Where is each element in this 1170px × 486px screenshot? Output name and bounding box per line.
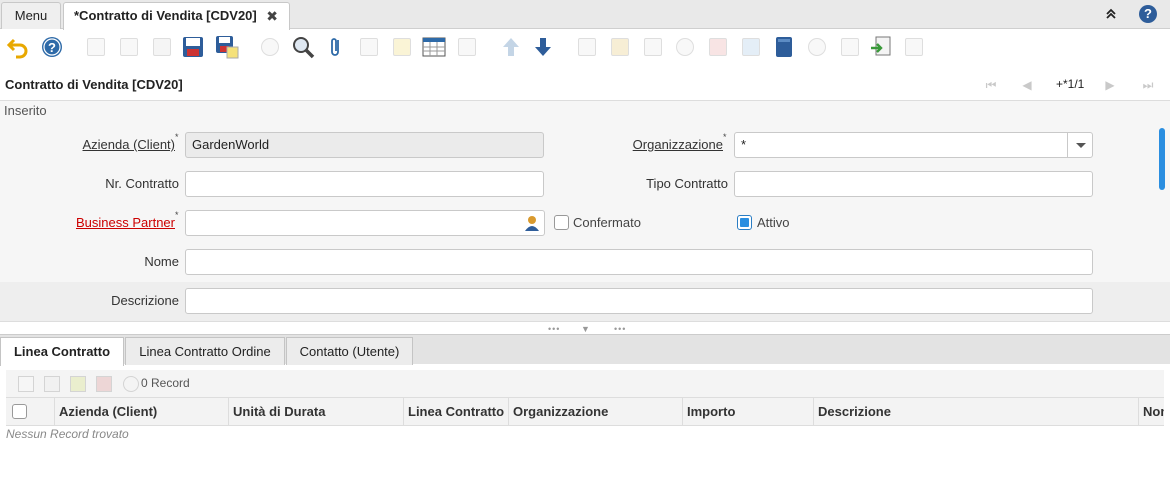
splitter-collapse-icon[interactable]: ▼ bbox=[581, 324, 591, 334]
search-icon[interactable] bbox=[291, 35, 315, 59]
column-header[interactable]: Linea Contratto bbox=[403, 398, 508, 426]
save-and-new-icon[interactable] bbox=[215, 35, 239, 59]
client-field[interactable]: GardenWorld bbox=[185, 132, 544, 158]
contract-number-label: Nr. Contratto bbox=[105, 176, 179, 191]
help-icon[interactable]: ? bbox=[1139, 5, 1157, 23]
delete-line-icon[interactable] bbox=[70, 376, 86, 392]
confirmed-checkbox[interactable] bbox=[554, 215, 569, 230]
panel-splitter[interactable]: ••• ▼ ••• bbox=[0, 321, 1170, 334]
save-icon[interactable] bbox=[181, 35, 205, 59]
close-icon[interactable]: ✖ bbox=[266, 3, 278, 29]
active-checkbox[interactable] bbox=[737, 215, 752, 230]
record-count: 0 Record bbox=[141, 376, 190, 390]
description-label: Descrizione bbox=[111, 293, 179, 308]
name-label: Nome bbox=[144, 254, 179, 269]
report-icon[interactable] bbox=[575, 35, 599, 59]
detail-tab-bar: Linea Contratto Linea Contratto Ordine C… bbox=[0, 334, 1170, 366]
empty-grid-message: Nessun Record trovato bbox=[6, 427, 129, 441]
organization-label: Organizzazione bbox=[632, 137, 723, 152]
form-panel: Inserito Azienda (Client) * GardenWorld … bbox=[0, 101, 1170, 321]
organization-value: * bbox=[741, 137, 747, 152]
record-counter: +*1/1 bbox=[1056, 77, 1085, 91]
required-mark: * bbox=[175, 132, 179, 142]
save-line-icon[interactable] bbox=[96, 376, 112, 392]
business-partner-field[interactable] bbox=[185, 210, 545, 236]
tab-title: *Contratto di Vendita [CDV20] bbox=[74, 8, 257, 23]
form-scrollbar[interactable] bbox=[1159, 128, 1165, 190]
help-icon[interactable]: ? bbox=[40, 35, 64, 59]
client-label: Azienda (Client) bbox=[82, 137, 176, 152]
column-header[interactable]: Unità di Durata bbox=[228, 398, 403, 426]
confirmed-label: Confermato bbox=[573, 215, 641, 230]
gear-icon[interactable] bbox=[123, 376, 139, 392]
contract-number-field[interactable] bbox=[185, 171, 544, 197]
tab-contatto-utente[interactable]: Contatto (Utente) bbox=[286, 337, 413, 365]
description-field[interactable] bbox=[185, 288, 1093, 314]
new-line-icon[interactable] bbox=[18, 376, 34, 392]
tab-menu[interactable]: Menu bbox=[1, 2, 61, 29]
archived-docs-icon[interactable] bbox=[608, 35, 632, 59]
dashboard-icon[interactable] bbox=[772, 35, 796, 59]
image-icon[interactable] bbox=[455, 35, 479, 59]
column-header[interactable]: Nom bbox=[1138, 398, 1164, 426]
arrow-up-icon[interactable] bbox=[499, 35, 523, 59]
user-icon[interactable] bbox=[524, 215, 540, 231]
contract-type-field[interactable] bbox=[734, 171, 1093, 197]
next-record-icon[interactable]: ▶ bbox=[1102, 78, 1118, 92]
tab-contratto-vendita[interactable]: *Contratto di Vendita [CDV20] ✖ bbox=[63, 2, 290, 30]
business-partner-label: Business Partner bbox=[76, 215, 175, 230]
column-header[interactable]: Organizzazione bbox=[508, 398, 682, 426]
zoom-across-icon[interactable] bbox=[673, 35, 697, 59]
refresh-icon[interactable] bbox=[258, 35, 282, 59]
new-record-icon[interactable] bbox=[84, 35, 108, 59]
window-tab-bar: Menu *Contratto di Vendita [CDV20] ✖ ? bbox=[0, 0, 1170, 30]
required-mark: * bbox=[175, 210, 179, 220]
arrow-down-icon[interactable] bbox=[531, 35, 555, 59]
double-chevron-up-icon[interactable] bbox=[1103, 6, 1119, 22]
delete-icon[interactable] bbox=[150, 35, 174, 59]
chevron-down-icon[interactable] bbox=[1067, 133, 1092, 157]
first-record-icon[interactable]: ⏮ bbox=[983, 78, 999, 92]
import-icon[interactable] bbox=[869, 35, 893, 59]
column-header[interactable]: Azienda (Client) bbox=[54, 398, 228, 426]
last-record-icon[interactable]: ⏭ bbox=[1140, 78, 1156, 92]
product-info-icon[interactable] bbox=[739, 35, 763, 59]
window-title: Contratto di Vendita [CDV20] bbox=[5, 77, 183, 92]
gear-icon[interactable] bbox=[805, 35, 829, 59]
tab-linea-contratto[interactable]: Linea Contratto bbox=[0, 337, 124, 366]
archive-icon[interactable] bbox=[390, 35, 414, 59]
undo-icon[interactable] bbox=[6, 35, 30, 59]
active-label: Attivo bbox=[757, 215, 790, 230]
print-icon[interactable] bbox=[641, 35, 665, 59]
detail-grid-header: Azienda (Client) Unità di Durata Linea C… bbox=[6, 397, 1164, 426]
record-status: Inserito bbox=[4, 103, 47, 118]
previous-record-icon[interactable]: ◀ bbox=[1019, 78, 1035, 92]
quick-form-icon[interactable] bbox=[902, 35, 926, 59]
splitter-grip: ••• bbox=[548, 324, 561, 334]
main-toolbar: ? bbox=[0, 30, 1170, 66]
workflow-icon[interactable] bbox=[706, 35, 730, 59]
edit-line-icon[interactable] bbox=[44, 376, 60, 392]
splitter-grip: ••• bbox=[614, 324, 627, 334]
grid-toggle-icon[interactable] bbox=[422, 35, 446, 59]
tab-linea-contratto-ordine[interactable]: Linea Contratto Ordine bbox=[125, 337, 285, 365]
name-field[interactable] bbox=[185, 249, 1093, 275]
contract-type-label: Tipo Contratto bbox=[646, 176, 728, 191]
column-header[interactable]: Importo bbox=[682, 398, 813, 426]
export-icon[interactable] bbox=[838, 35, 862, 59]
select-all-checkbox[interactable] bbox=[12, 404, 27, 419]
attachment-icon[interactable] bbox=[324, 35, 348, 59]
required-mark: * bbox=[723, 132, 727, 142]
svg-text:?: ? bbox=[48, 40, 56, 55]
column-header[interactable]: Descrizione bbox=[813, 398, 1143, 426]
chat-icon[interactable] bbox=[357, 35, 381, 59]
copy-record-icon[interactable] bbox=[117, 35, 141, 59]
organization-select[interactable]: * bbox=[734, 132, 1093, 158]
